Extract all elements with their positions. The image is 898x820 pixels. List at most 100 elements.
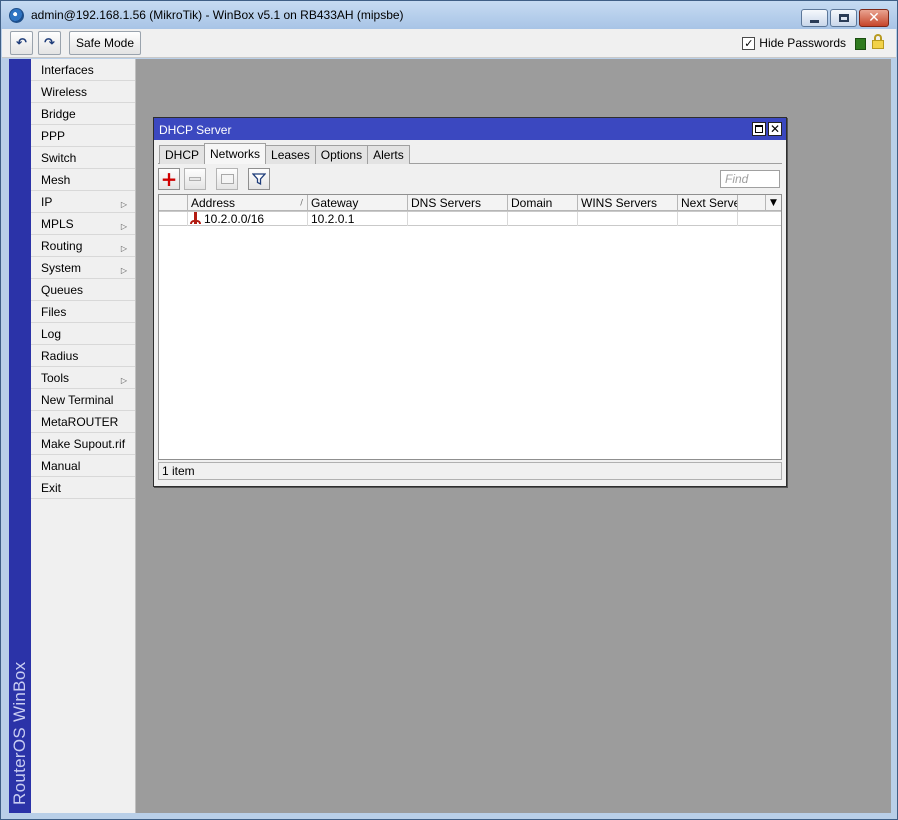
add-button[interactable]: + [158, 168, 180, 190]
cell-address: 10.2.0.0/16 [188, 212, 308, 226]
column-header-dns-servers[interactable]: DNS Servers [408, 195, 508, 211]
column-header-spacer [738, 195, 766, 211]
tab-networks[interactable]: Networks [204, 143, 267, 164]
maximize-icon [755, 125, 763, 133]
sidebar-item-radius[interactable]: Radius [31, 345, 135, 367]
status-bar: 1 item [158, 462, 782, 480]
sidebar-item-label: MetaROUTER [41, 415, 119, 429]
sidebar-item-manual[interactable]: Manual [31, 455, 135, 477]
cell-gateway-text: 10.2.0.1 [311, 212, 355, 226]
sidebar-item-label: Tools [41, 371, 70, 385]
dhcp-maximize-button[interactable] [752, 122, 766, 136]
close-icon: ✕ [769, 122, 781, 136]
column-header-domain[interactable]: Domain [508, 195, 578, 211]
sidebar-item-label: Exit [41, 481, 62, 495]
sidebar-item-files[interactable]: Files [31, 301, 135, 323]
column-header-flags[interactable] [159, 195, 188, 211]
sidebar-item-label: Mesh [41, 173, 71, 187]
tab-dhcp[interactable]: DHCP [159, 145, 206, 164]
sidebar-item-label: Log [41, 327, 62, 341]
sidebar-item-label: Switch [41, 151, 77, 165]
close-button[interactable]: ✕ [859, 9, 889, 27]
undo-icon: ↶ [16, 35, 27, 51]
sidebar-item-label: PPP [41, 129, 66, 143]
window-controls: ✕ [801, 9, 889, 27]
winbox-app-icon [9, 8, 24, 23]
comment-button[interactable] [216, 168, 238, 190]
sidebar-item-tools[interactable]: Tools ▷ [31, 367, 135, 389]
sidebar-item-label: Make Supout.rif [41, 437, 126, 451]
main-toolbar: ↶ ↷ Safe Mode ✓ Hide Passwords [2, 29, 896, 58]
cell-spacer [738, 212, 781, 226]
minimize-icon [810, 20, 819, 23]
remove-button[interactable] [184, 168, 206, 190]
network-icon [190, 212, 201, 224]
sidebar-item-metarouter[interactable]: MetaROUTER [31, 411, 135, 433]
sidebar-item-switch[interactable]: Switch [31, 147, 135, 169]
cell-next-server [678, 212, 738, 226]
winbox-window: admin@192.168.1.56 (MikroTik) - WinBox v… [0, 0, 898, 820]
hide-passwords-label: Hide Passwords [759, 36, 846, 50]
safe-mode-button[interactable]: Safe Mode [69, 31, 141, 55]
sidebar-item-mpls[interactable]: MPLS ▷ [31, 213, 135, 235]
sidebar-item-mesh[interactable]: Mesh [31, 169, 135, 191]
sidebar-item-new-terminal[interactable]: New Terminal [31, 389, 135, 411]
tab-alerts[interactable]: Alerts [367, 145, 410, 164]
redo-button[interactable]: ↷ [38, 31, 61, 55]
sidebar-item-wireless[interactable]: Wireless [31, 81, 135, 103]
sidebar-item-ip[interactable]: IP ▷ [31, 191, 135, 213]
column-header-next-server[interactable]: Next Server [678, 195, 738, 211]
redo-icon: ↷ [44, 35, 55, 51]
sidebar-item-interfaces[interactable]: Interfaces [31, 59, 135, 81]
sidebar-item-label: System [41, 261, 82, 275]
window-titlebar[interactable]: admin@192.168.1.56 (MikroTik) - WinBox v… [1, 1, 897, 29]
sidebar-item-label: Routing [41, 239, 83, 253]
sidebar-item-routing[interactable]: Routing ▷ [31, 235, 135, 257]
minimize-button[interactable] [801, 9, 828, 27]
dhcp-window-titlebar[interactable]: DHCP Server ✕ [154, 118, 786, 140]
tab-leases[interactable]: Leases [265, 145, 316, 164]
close-icon: ✕ [868, 10, 880, 26]
window-title: admin@192.168.1.56 (MikroTik) - WinBox v… [31, 8, 404, 22]
sidebar-item-label: Queues [41, 283, 84, 297]
hide-passwords-checkbox[interactable]: ✓ [742, 36, 756, 50]
maximize-button[interactable] [830, 9, 857, 27]
sidebar-item-system[interactable]: System ▷ [31, 257, 135, 279]
find-input[interactable] [720, 170, 780, 188]
sidebar-item-make-supout-rif[interactable]: Make Supout.rif [31, 433, 135, 455]
sidebar-item-log[interactable]: Log [31, 323, 135, 345]
undo-button[interactable]: ↶ [10, 31, 33, 55]
sidebar-item-exit[interactable]: Exit [31, 477, 135, 499]
brand-text: RouterOS WinBox [10, 661, 29, 805]
cell-domain [508, 212, 578, 226]
dhcp-close-button[interactable]: ✕ [768, 122, 782, 136]
sidebar-menu: Interfaces Wireless Bridge PPP Switch Mesh IP ▷… [31, 59, 136, 813]
column-header-address[interactable]: Address / [188, 195, 308, 211]
networks-table: Address / Gateway DNS Servers Domain WIN… [158, 194, 782, 460]
sidebar-item-queues[interactable]: Queues [31, 279, 135, 301]
dhcp-toolbar: + [158, 168, 782, 192]
table-header: Address / Gateway DNS Servers Domain WIN… [159, 195, 781, 211]
sidebar-item-label: Wireless [41, 85, 88, 99]
cell-flags [159, 212, 188, 226]
tab-options[interactable]: Options [314, 145, 369, 164]
minus-icon [189, 177, 201, 181]
column-menu-dropdown-icon[interactable]: ▼ [766, 195, 781, 211]
column-header-wins-servers[interactable]: WINS Servers [578, 195, 678, 211]
cell-address-text: 10.2.0.0/16 [204, 212, 265, 226]
plus-icon: + [160, 167, 178, 191]
dhcp-server-window: DHCP Server ✕ DHCP Networks Leases Options A… [153, 117, 787, 487]
hide-passwords-toggle[interactable]: ✓ Hide Passwords [742, 36, 846, 50]
dhcp-tabs: DHCP Networks Leases Options Alerts [159, 143, 410, 164]
sidebar-item-label: New Terminal [41, 393, 114, 407]
table-row[interactable]: 10.2.0.0/16 10.2.0.1 [159, 211, 781, 226]
sort-indicator-icon: / [300, 198, 303, 207]
cell-dns-servers [408, 212, 508, 226]
sidebar-item-ppp[interactable]: PPP [31, 125, 135, 147]
brand-strip: RouterOS WinBox [9, 59, 31, 813]
filter-button[interactable] [248, 168, 270, 190]
sidebar-item-label: Manual [41, 459, 81, 473]
dhcp-window-title: DHCP Server [159, 123, 232, 137]
column-header-gateway[interactable]: Gateway [308, 195, 408, 211]
sidebar-item-bridge[interactable]: Bridge [31, 103, 135, 125]
